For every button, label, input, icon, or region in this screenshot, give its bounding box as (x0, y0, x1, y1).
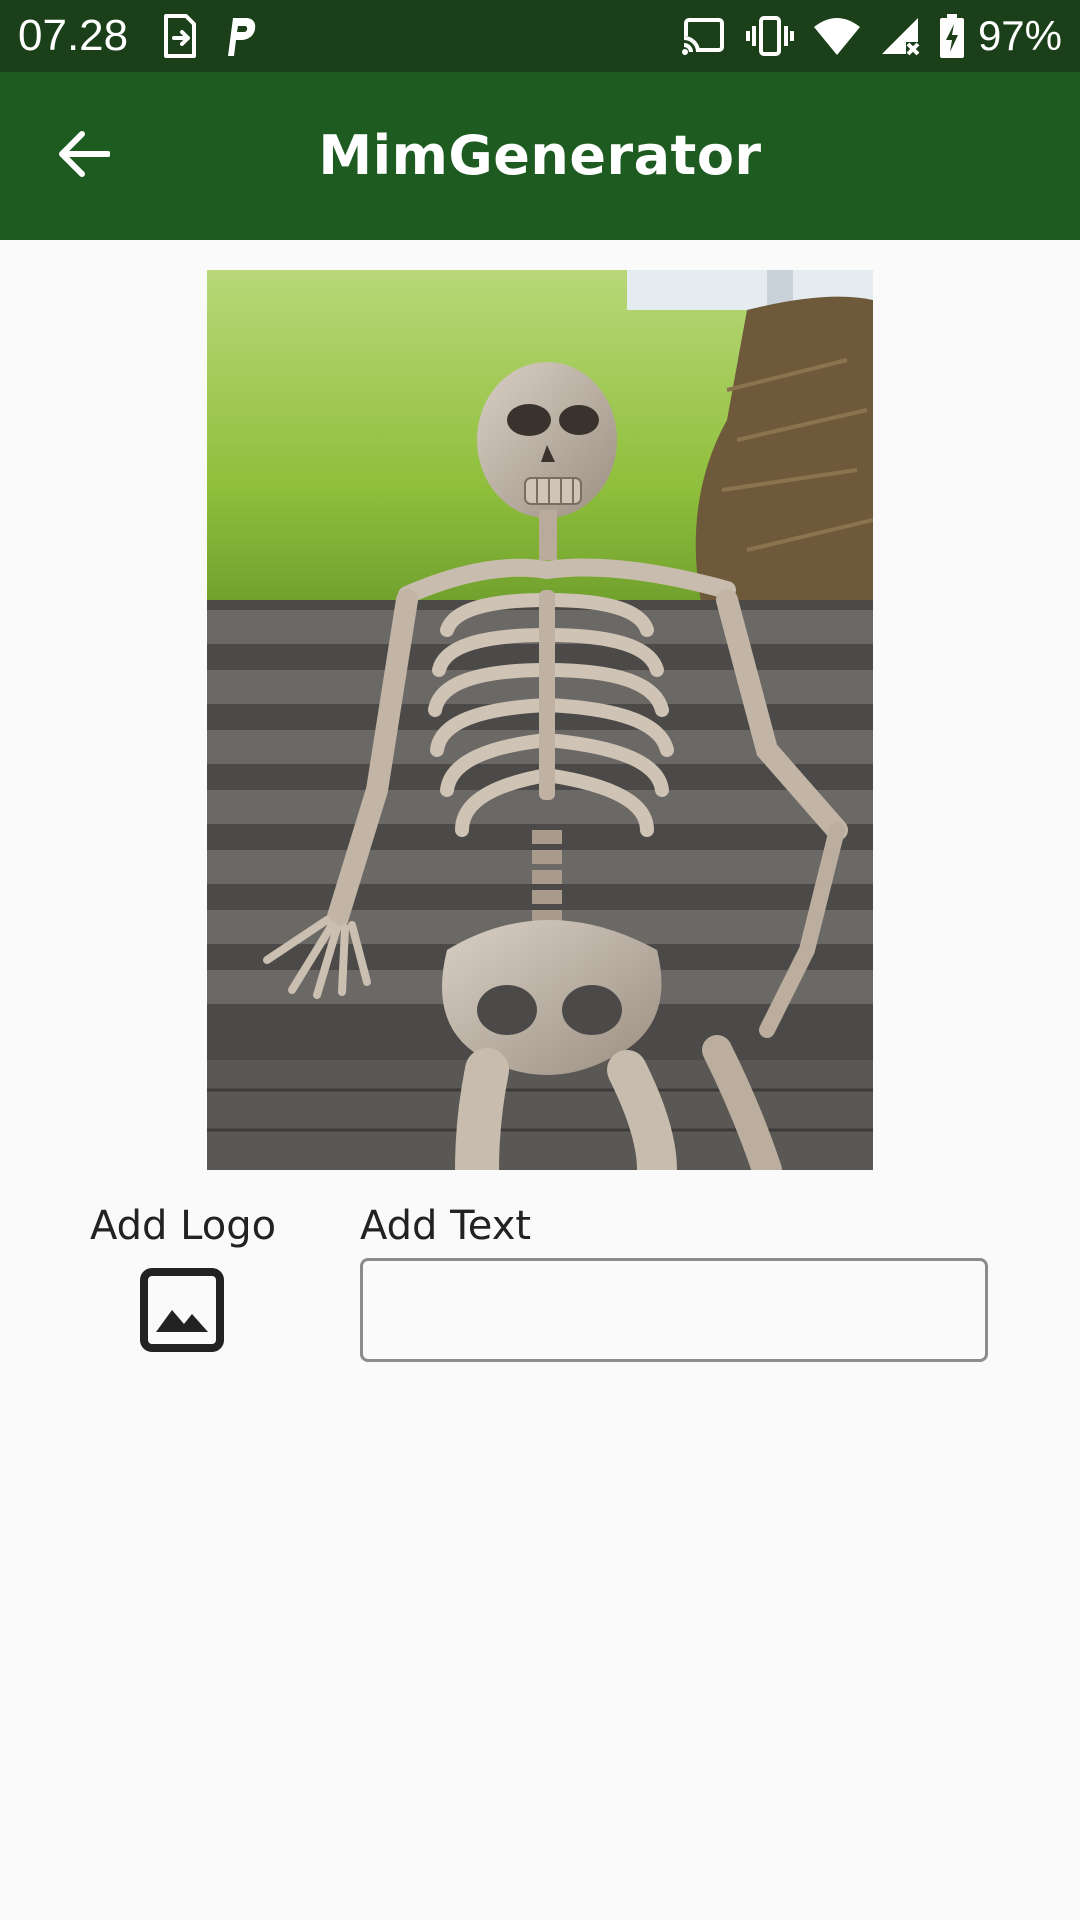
vibrate-icon (745, 16, 794, 56)
image-icon (140, 1268, 224, 1356)
sim-transfer-icon (162, 14, 198, 58)
cast-icon (681, 16, 726, 56)
wifi-icon (813, 17, 860, 55)
status-left-icons (162, 14, 258, 58)
page-title: MimGenerator (318, 124, 762, 187)
add-logo-button[interactable] (140, 1268, 224, 1352)
add-text-label: Add Text (360, 1203, 532, 1249)
parking-p-icon (224, 14, 258, 58)
battery-charging-icon (939, 14, 964, 58)
add-logo-label: Add Logo (90, 1203, 277, 1249)
battery-percentage: 97% (977, 12, 1062, 59)
arrow-left-icon (58, 130, 111, 182)
app-bar: MimGenerator (0, 72, 1080, 240)
skeleton-bench-photo (207, 270, 873, 1170)
status-bar: 07.28 97% (0, 0, 1080, 72)
back-button[interactable] (50, 122, 118, 190)
add-text-input[interactable] (360, 1258, 988, 1362)
cell-signal-no-data-icon (880, 16, 920, 56)
status-time: 07.28 (18, 11, 129, 60)
meme-image (207, 270, 873, 1170)
status-right-icons: 97% (681, 12, 1062, 60)
